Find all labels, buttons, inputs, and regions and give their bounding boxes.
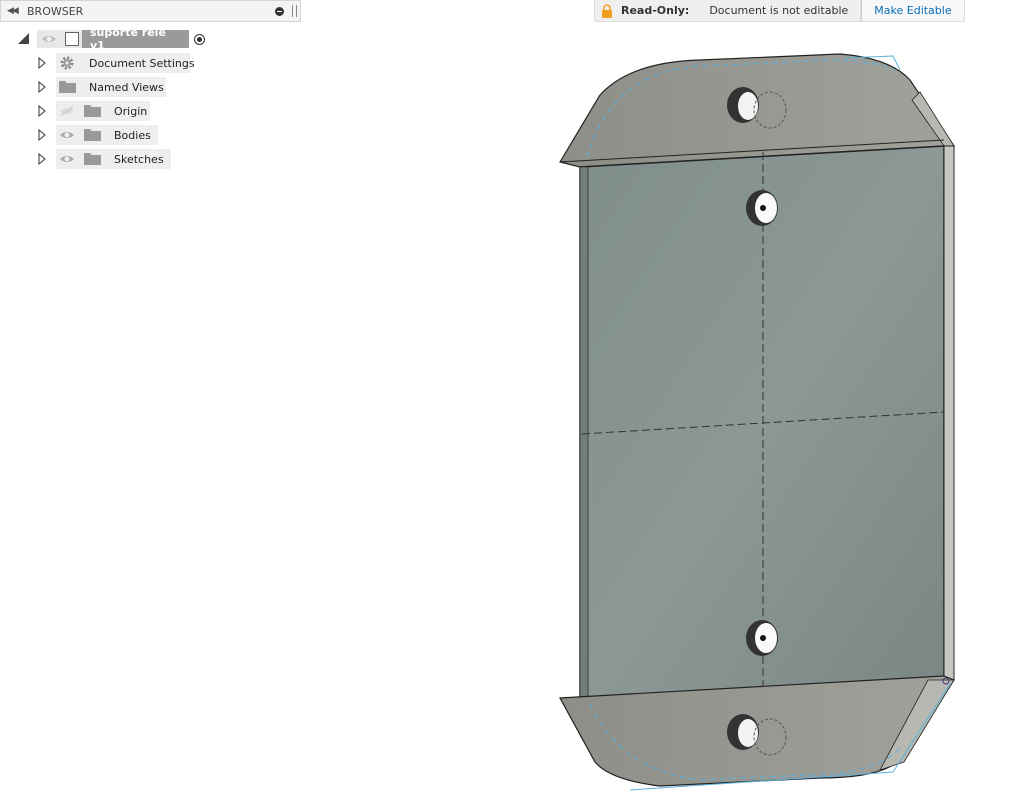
tree-item-named-views[interactable]: Named Views bbox=[0, 77, 200, 97]
read-only-label: Read-Only: bbox=[621, 4, 690, 17]
folder-icon bbox=[84, 129, 101, 141]
folder-icon bbox=[84, 153, 101, 165]
expand-right-icon[interactable] bbox=[38, 153, 46, 165]
expand-right-icon[interactable] bbox=[38, 81, 46, 93]
read-only-message: Document is not editable bbox=[709, 4, 849, 17]
tree-item-label: Bodies bbox=[114, 129, 151, 142]
tree-root-row[interactable]: suporte rele v1 bbox=[0, 26, 220, 52]
folder-icon bbox=[84, 105, 101, 117]
tree-item-document-settings[interactable]: Document Settings bbox=[0, 53, 200, 73]
make-editable-button[interactable]: Make Editable bbox=[861, 0, 965, 22]
minimize-icon[interactable] bbox=[275, 6, 284, 16]
root-component-label[interactable]: suporte rele v1 bbox=[82, 26, 189, 52]
read-only-message-box: Read-Only: Document is not editable bbox=[594, 0, 862, 22]
hole-plate-bottom[interactable] bbox=[746, 620, 778, 656]
component-icon bbox=[65, 32, 79, 46]
tree-item-sketches[interactable]: Sketches bbox=[0, 149, 200, 169]
hole-plate-top[interactable] bbox=[746, 190, 778, 226]
tree-item-label: Origin bbox=[114, 105, 148, 118]
read-only-banner: Read-Only: Document is not editable Make… bbox=[594, 0, 965, 22]
eye-icon[interactable] bbox=[59, 154, 75, 164]
gear-icon bbox=[60, 56, 74, 70]
lock-icon bbox=[602, 3, 612, 18]
expand-right-icon[interactable] bbox=[38, 57, 46, 69]
browser-title: BROWSER bbox=[27, 4, 84, 18]
tree-item-bodies[interactable]: Bodies bbox=[0, 125, 200, 145]
folder-icon bbox=[59, 81, 76, 93]
main-plate[interactable] bbox=[579, 145, 955, 703]
expand-right-icon[interactable] bbox=[38, 129, 46, 141]
eye-icon[interactable] bbox=[59, 130, 75, 140]
expand-down-icon[interactable] bbox=[18, 33, 29, 44]
collapse-panel-icon[interactable]: ◀◀ bbox=[7, 6, 21, 16]
tree-item-label: Document Settings bbox=[89, 57, 195, 70]
tree-item-origin[interactable]: Origin bbox=[0, 101, 200, 121]
eye-icon[interactable] bbox=[41, 34, 57, 44]
expand-right-icon[interactable] bbox=[38, 105, 46, 117]
pin-icon[interactable] bbox=[292, 5, 297, 17]
activate-target-icon[interactable] bbox=[194, 34, 205, 45]
model-viewport[interactable] bbox=[540, 40, 980, 810]
tree-item-label: Named Views bbox=[89, 81, 164, 94]
browser-panel-header: ◀◀ BROWSER bbox=[0, 0, 301, 22]
eye-hidden-icon[interactable] bbox=[59, 106, 75, 116]
tree-item-label: Sketches bbox=[114, 153, 164, 166]
